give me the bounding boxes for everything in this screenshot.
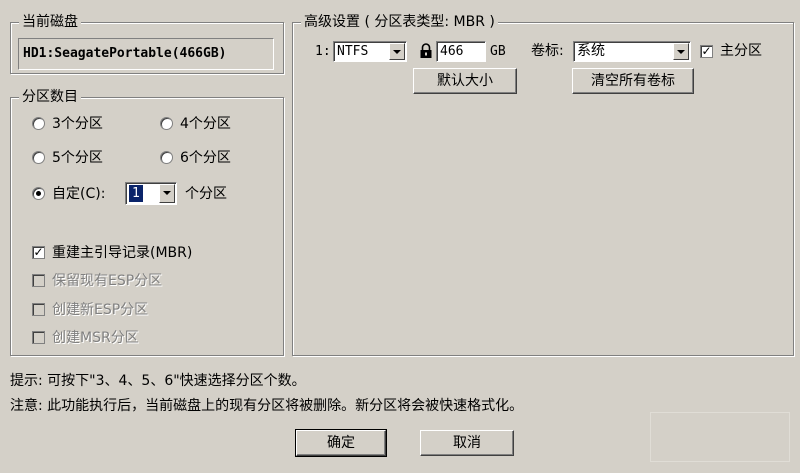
radio-3-partitions[interactable] [32, 117, 45, 130]
chevron-down-icon[interactable] [159, 184, 175, 203]
volume-label-caption: 卷标: [531, 43, 564, 59]
radio-5-partitions[interactable] [32, 151, 45, 164]
partition-row-index: 1: [315, 44, 331, 59]
radio-4-partitions-label[interactable]: 4个分区 [180, 115, 231, 133]
primary-partition-label[interactable]: 主分区 [720, 42, 762, 60]
current-disk-name: HD1:SeagatePortable(466GB) [18, 38, 274, 70]
create-esp-checkbox[interactable] [32, 303, 45, 316]
custom-partition-count-value: 1 [129, 185, 143, 202]
ok-button[interactable]: 确定 [295, 429, 387, 457]
keep-esp-checkbox[interactable] [32, 274, 45, 287]
partition-count-title: 分区数目 [19, 88, 81, 106]
primary-partition-checkbox[interactable]: ✓ [700, 45, 713, 58]
create-msr-label[interactable]: 创建MSR分区 [52, 329, 139, 347]
radio-6-partitions[interactable] [160, 151, 173, 164]
chevron-down-icon[interactable] [673, 43, 689, 60]
radio-5-partitions-label[interactable]: 5个分区 [52, 149, 103, 167]
clear-all-labels-button[interactable]: 清空所有卷标 [572, 68, 694, 94]
filesystem-select[interactable]: NTFS [333, 41, 407, 62]
keep-esp-label[interactable]: 保留现有ESP分区 [52, 272, 162, 290]
radio-custom-partitions[interactable] [32, 187, 45, 200]
size-input[interactable]: 466 [436, 41, 486, 62]
radio-3-partitions-label[interactable]: 3个分区 [52, 115, 103, 133]
rebuild-mbr-label[interactable]: 重建主引导记录(MBR) [52, 244, 192, 262]
lock-icon[interactable] [419, 43, 433, 59]
volume-label-select[interactable]: 系统 [573, 41, 691, 62]
radio-6-partitions-label[interactable]: 6个分区 [180, 149, 231, 167]
default-size-button[interactable]: 默认大小 [413, 68, 517, 94]
size-unit-label: GB [490, 44, 506, 59]
custom-suffix-label: 个分区 [185, 186, 227, 202]
advanced-settings-title: 高级设置 ( 分区表类型: MBR ) [301, 13, 498, 31]
size-input-value: 466 [440, 44, 464, 59]
chevron-down-icon[interactable] [389, 43, 405, 60]
filesystem-value: NTFS [337, 44, 369, 59]
rebuild-mbr-checkbox[interactable]: ✓ [32, 246, 45, 259]
radio-4-partitions[interactable] [160, 117, 173, 130]
custom-partition-count-select[interactable]: 1 [125, 182, 177, 205]
advanced-settings-group: 高级设置 ( 分区表类型: MBR ) [292, 13, 794, 356]
radio-custom-label[interactable]: 自定(C): [52, 185, 105, 203]
tip-text: 提示: 可按下"3、4、5、6"快速选择分区个数。 [10, 373, 306, 389]
cancel-button[interactable]: 取消 [420, 430, 514, 456]
watermark-logo [650, 412, 790, 462]
current-disk-title: 当前磁盘 [19, 13, 81, 31]
create-esp-label[interactable]: 创建新ESP分区 [52, 301, 148, 319]
note-text: 注意: 此功能执行后，当前磁盘上的现有分区将被删除。新分区将会被快速格式化。 [10, 398, 524, 414]
create-msr-checkbox[interactable] [32, 331, 45, 344]
volume-label-value: 系统 [577, 43, 605, 59]
